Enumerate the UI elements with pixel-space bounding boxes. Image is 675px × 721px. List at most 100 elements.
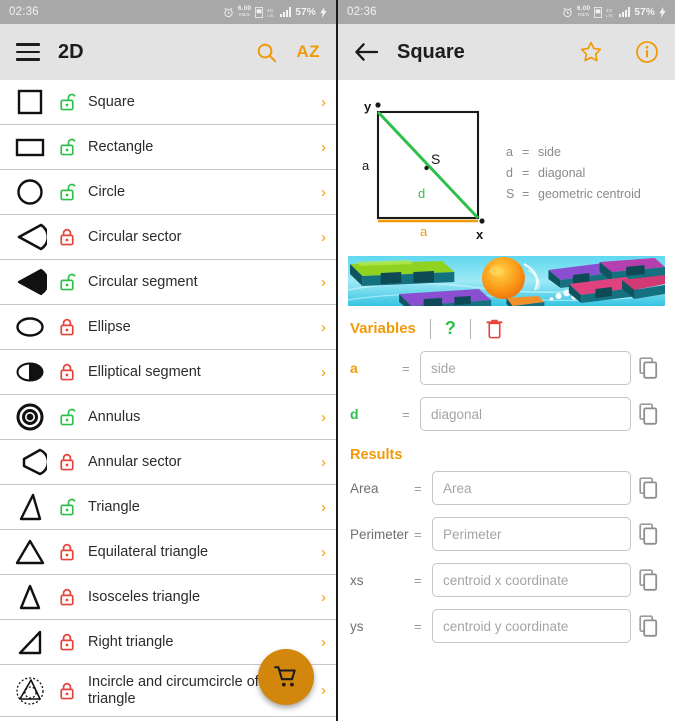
copy-button[interactable] [631, 476, 665, 500]
side-label-left: a [362, 158, 370, 173]
result-input-perimeter[interactable] [432, 517, 631, 551]
copy-icon [639, 477, 658, 499]
right-screen-square-detail: 02:36 6.00 KB/S 4G LTE 57% Square y x a … [338, 0, 675, 721]
search-icon[interactable] [255, 41, 278, 64]
copy-icon [639, 569, 658, 591]
shape-equilateral-triangle-icon [8, 535, 52, 569]
trash-icon[interactable] [485, 318, 504, 339]
copy-icon [639, 523, 658, 545]
list-item[interactable]: Circular sector › [0, 215, 336, 260]
list-item-label: Elliptical segment [88, 363, 201, 380]
variables-section-header: Variables ? [338, 306, 675, 345]
detail-title: Square [397, 40, 465, 63]
star-icon[interactable] [579, 40, 603, 64]
shape-isosceles-triangle-icon [8, 580, 52, 614]
svg-text:LTE: LTE [267, 14, 274, 18]
shape-square-icon [8, 85, 52, 119]
legend-equals: = [522, 187, 530, 201]
svg-text:4G: 4G [606, 7, 613, 12]
variable-input-d[interactable] [420, 397, 631, 431]
list-item-label: Annulus [88, 408, 141, 425]
list-item[interactable]: Ellipse › [0, 305, 336, 350]
signal-bars-icon [619, 7, 631, 17]
result-input-ys[interactable] [432, 609, 631, 643]
list-item[interactable]: Elliptical segment › [0, 350, 336, 395]
list-item-label: Right triangle [88, 633, 174, 650]
result-input-area[interactable] [432, 471, 631, 505]
chevron-right-icon: › [321, 543, 326, 561]
back-arrow-icon[interactable] [354, 41, 379, 63]
banner-artwork [348, 256, 665, 306]
list-item[interactable]: Triangle › [0, 485, 336, 530]
copy-button[interactable] [631, 522, 665, 546]
legend-row: S = geometric centroid [506, 184, 641, 205]
shape-annulus-icon [8, 400, 52, 434]
lock-closed-icon [52, 362, 82, 382]
shape-circular-sector-icon [8, 220, 52, 254]
list-item[interactable]: Rectangle › [0, 125, 336, 170]
copy-button[interactable] [631, 614, 665, 638]
info-icon[interactable] [635, 40, 659, 64]
diagram-legend: a = side d = diagonal S = geometric centroid [496, 94, 641, 244]
lock-closed-icon [52, 542, 82, 562]
result-row: Area = [338, 465, 675, 511]
help-button[interactable]: ? [445, 318, 456, 339]
axis-y-label: y [364, 99, 372, 114]
list-item[interactable]: Annular sector › [0, 440, 336, 485]
list-item-label: Rectangle [88, 138, 154, 155]
lock-open-icon [52, 272, 82, 292]
lock-closed-icon [60, 228, 74, 246]
chevron-right-icon: › [321, 273, 326, 291]
lock-open-icon [60, 183, 76, 201]
data-rate-unit: KB/S [239, 12, 251, 17]
hamburger-menu-icon[interactable] [16, 43, 40, 61]
legend-row: d = diagonal [506, 163, 641, 184]
result-row: xs = [338, 557, 675, 603]
legend-symbol: S [506, 187, 515, 201]
shape-rectangle-icon [8, 130, 52, 164]
sort-az-button[interactable]: AZ [296, 42, 320, 62]
chevron-right-icon: › [321, 498, 326, 516]
lock-open-icon [52, 407, 82, 427]
lock-open-icon [60, 93, 76, 111]
lock-closed-icon [52, 587, 82, 607]
shape-triangle-icon [8, 490, 52, 524]
variable-input-a[interactable] [420, 351, 631, 385]
list-item[interactable]: Annulus › [0, 395, 336, 440]
advertisement-banner[interactable] [348, 256, 665, 306]
shape-circular-segment-icon [8, 265, 52, 299]
lock-closed-icon [60, 543, 74, 561]
variable-fields: a=d= [338, 345, 675, 437]
list-item[interactable]: Square › [0, 80, 336, 125]
lock-closed-icon [52, 632, 82, 652]
chevron-right-icon: › [321, 318, 326, 336]
list-item[interactable]: Circle › [0, 170, 336, 215]
list-item-label: Equilateral triangle [88, 543, 209, 560]
list-item-label: Isosceles triangle [88, 588, 201, 605]
list-item[interactable]: Circular segment › [0, 260, 336, 305]
status-bar-left: 02:36 6.00 KB/S 4G LTE 57% [0, 0, 336, 24]
square-figure: y x a a d S [362, 99, 485, 242]
list-item-label: Ellipse [88, 318, 131, 335]
copy-button[interactable] [631, 402, 665, 426]
dual-screenshot-container: 02:36 6.00 KB/S 4G LTE 57% 2D AZ Square … [0, 0, 675, 721]
lock-closed-icon [60, 682, 74, 699]
chevron-right-icon: › [321, 588, 326, 606]
left-app-bar: 2D AZ [0, 24, 336, 80]
equals-sign: = [414, 526, 422, 542]
variable-row: a = [338, 345, 675, 391]
lock-open-icon [60, 273, 76, 291]
result-input-xs[interactable] [432, 563, 631, 597]
chevron-right-icon: › [321, 138, 326, 156]
results-title: Results [350, 447, 403, 463]
divider [469, 318, 471, 339]
lock-open-icon [52, 137, 82, 157]
copy-button[interactable] [631, 568, 665, 592]
copy-button[interactable] [631, 356, 665, 380]
list-item[interactable]: Isosceles triangle › [0, 575, 336, 620]
lock-open-icon [52, 182, 82, 202]
charging-bolt-icon [659, 6, 666, 18]
legend-text: geometric centroid [538, 187, 641, 201]
list-item[interactable]: Equilateral triangle › [0, 530, 336, 575]
shopping-cart-fab[interactable] [258, 649, 314, 705]
